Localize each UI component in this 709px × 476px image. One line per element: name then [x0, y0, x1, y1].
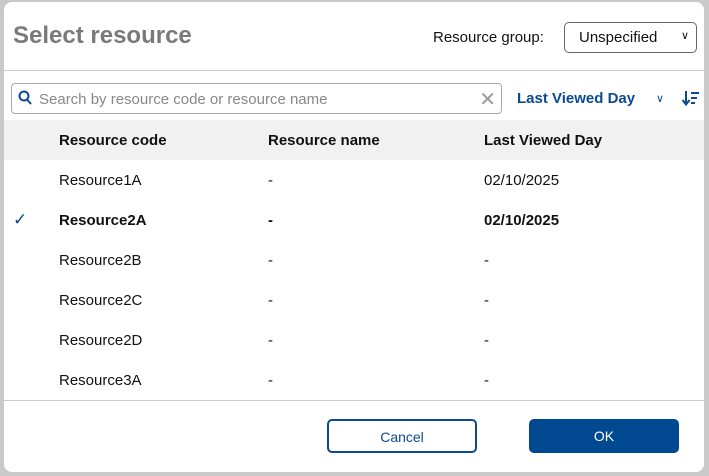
sort-direction-icon[interactable]	[681, 90, 700, 111]
resource-group-label: Resource group:	[433, 29, 544, 46]
resource-code: Resource2A	[59, 212, 147, 229]
search-input[interactable]: Search by resource code or resource name…	[11, 83, 502, 114]
resource-name: -	[268, 292, 273, 309]
sort-field-select[interactable]: Last Viewed Day	[517, 90, 635, 107]
clear-icon[interactable]: ✕	[479, 87, 496, 112]
resource-code: Resource2B	[59, 252, 142, 269]
resource-name: -	[268, 172, 273, 189]
resource-name: -	[268, 332, 273, 349]
last-viewed-day: -	[484, 252, 489, 269]
resource-group-select[interactable]: Unspecified ∨	[564, 22, 697, 53]
header-last-viewed-day[interactable]: Last Viewed Day	[484, 132, 602, 149]
select-resource-dialog: Select resource Resource group: Unspecif…	[4, 2, 704, 472]
header-resource-code[interactable]: Resource code	[59, 132, 167, 149]
cancel-button[interactable]: Cancel	[327, 419, 477, 453]
last-viewed-day: 02/10/2025	[484, 172, 560, 189]
resource-code: Resource2D	[59, 332, 143, 349]
table-row[interactable]: Resource1A - 02/10/2025	[4, 160, 704, 200]
search-placeholder: Search by resource code or resource name	[39, 91, 328, 108]
resource-code: Resource2C	[59, 292, 143, 309]
resource-group-value: Unspecified	[579, 29, 658, 46]
last-viewed-day: -	[484, 372, 489, 389]
last-viewed-day: -	[484, 292, 489, 309]
ok-button[interactable]: OK	[529, 419, 679, 453]
check-icon: ✓	[13, 210, 28, 229]
table-row[interactable]: ✓ Resource2A - 02/10/2025	[4, 200, 704, 240]
divider	[4, 70, 704, 71]
header-resource-name[interactable]: Resource name	[268, 132, 380, 149]
divider	[4, 400, 704, 401]
table-row[interactable]: Resource2D - -	[4, 320, 704, 360]
search-icon	[18, 90, 32, 111]
resource-code: Resource1A	[59, 172, 142, 189]
resource-name: -	[268, 252, 273, 269]
chevron-down-icon: ∨	[680, 30, 689, 42]
dialog-title: Select resource	[13, 22, 192, 49]
resource-name: -	[268, 372, 273, 389]
resource-code: Resource3A	[59, 372, 142, 389]
resource-name: -	[268, 212, 273, 229]
chevron-down-icon[interactable]: ∨	[656, 92, 664, 105]
table-header: Resource code Resource name Last Viewed …	[4, 120, 704, 160]
last-viewed-day: -	[484, 332, 489, 349]
table-row[interactable]: Resource3A - -	[4, 360, 704, 400]
last-viewed-day: 02/10/2025	[484, 212, 560, 229]
table-row[interactable]: Resource2C - -	[4, 280, 704, 320]
table-row[interactable]: Resource2B - -	[4, 240, 704, 280]
